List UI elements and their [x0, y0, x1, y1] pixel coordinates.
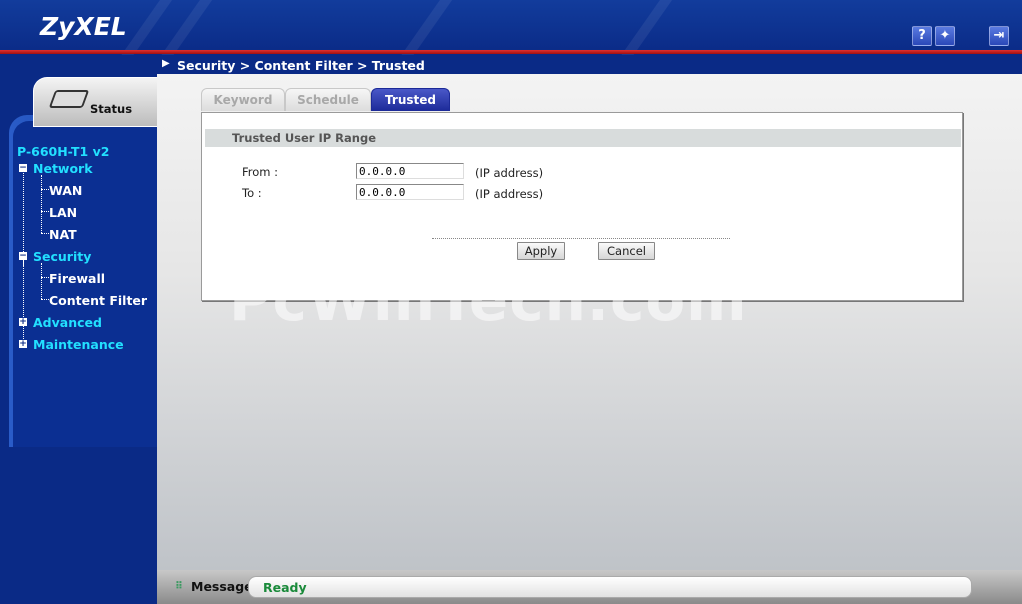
- message-box: Ready: [248, 576, 972, 598]
- expand-icon[interactable]: +: [19, 318, 27, 327]
- sidebar-item-security[interactable]: Security: [33, 249, 91, 264]
- collapse-icon[interactable]: −: [19, 252, 27, 261]
- cancel-button[interactable]: Cancel: [598, 242, 655, 260]
- watermark-text: PcWinTech.com: [229, 266, 748, 334]
- tab-keyword[interactable]: Keyword: [201, 88, 285, 111]
- message-status: Ready: [263, 580, 307, 595]
- help-icon[interactable]: ?: [912, 26, 932, 46]
- tree-line: [41, 263, 42, 299]
- message-bar: ⠿ Message Ready: [157, 570, 1022, 604]
- divider: [432, 238, 730, 239]
- sidebar-item-advanced[interactable]: Advanced: [33, 315, 102, 330]
- sidebar-item-nat[interactable]: NAT: [49, 227, 77, 242]
- top-header: ZyXEL ? ✦ ⇥: [0, 0, 1022, 55]
- header-red-line: [0, 50, 1022, 54]
- sidebar-item-wan[interactable]: WAN: [49, 183, 82, 198]
- tree-line: [23, 259, 24, 347]
- section-header: Trusted User IP Range: [205, 129, 961, 147]
- message-dots-icon: ⠿: [175, 581, 183, 592]
- device-model: P-660H-T1 v2: [17, 144, 110, 159]
- sidebar-item-firewall[interactable]: Firewall: [49, 271, 105, 286]
- to-ip-hint: (IP address): [475, 187, 544, 201]
- sidebar-item-content-filter[interactable]: Content Filter: [49, 293, 147, 308]
- breadcrumb-text: Security > Content Filter > Trusted: [177, 58, 425, 73]
- router-icon: [48, 90, 90, 108]
- to-ip-input[interactable]: [356, 184, 464, 200]
- sidebar-item-maintenance[interactable]: Maintenance: [33, 337, 124, 352]
- tab-trusted[interactable]: Trusted: [371, 88, 450, 111]
- zyxel-logo: ZyXEL: [40, 12, 127, 41]
- status-tab[interactable]: Status: [33, 77, 158, 127]
- section-title: Trusted User IP Range: [232, 131, 377, 145]
- from-ip-hint: (IP address): [475, 166, 544, 180]
- header-decoration: [612, 0, 678, 55]
- from-label: From :: [242, 165, 279, 179]
- from-ip-input[interactable]: [356, 163, 464, 179]
- tree-line: [41, 175, 42, 233]
- to-label: To :: [242, 186, 262, 200]
- sidebar-item-network[interactable]: Network: [33, 161, 93, 176]
- sidebar: Status P-660H-T1 v2 − Network WAN LAN NA…: [0, 55, 158, 604]
- header-decoration: [392, 0, 458, 55]
- sidebar-item-lan[interactable]: LAN: [49, 205, 77, 220]
- wizard-icon[interactable]: ✦: [935, 26, 955, 46]
- tab-schedule[interactable]: Schedule: [285, 88, 371, 111]
- breadcrumb-arrow-icon: ▶: [162, 58, 170, 69]
- expand-icon[interactable]: +: [19, 340, 27, 349]
- breadcrumb: ▶ Security > Content Filter > Trusted: [157, 57, 1022, 74]
- apply-button[interactable]: Apply: [517, 242, 565, 260]
- collapse-icon[interactable]: −: [19, 164, 27, 173]
- status-tab-label: Status: [90, 102, 133, 116]
- message-label: Message: [191, 579, 253, 594]
- logout-icon[interactable]: ⇥: [989, 26, 1009, 46]
